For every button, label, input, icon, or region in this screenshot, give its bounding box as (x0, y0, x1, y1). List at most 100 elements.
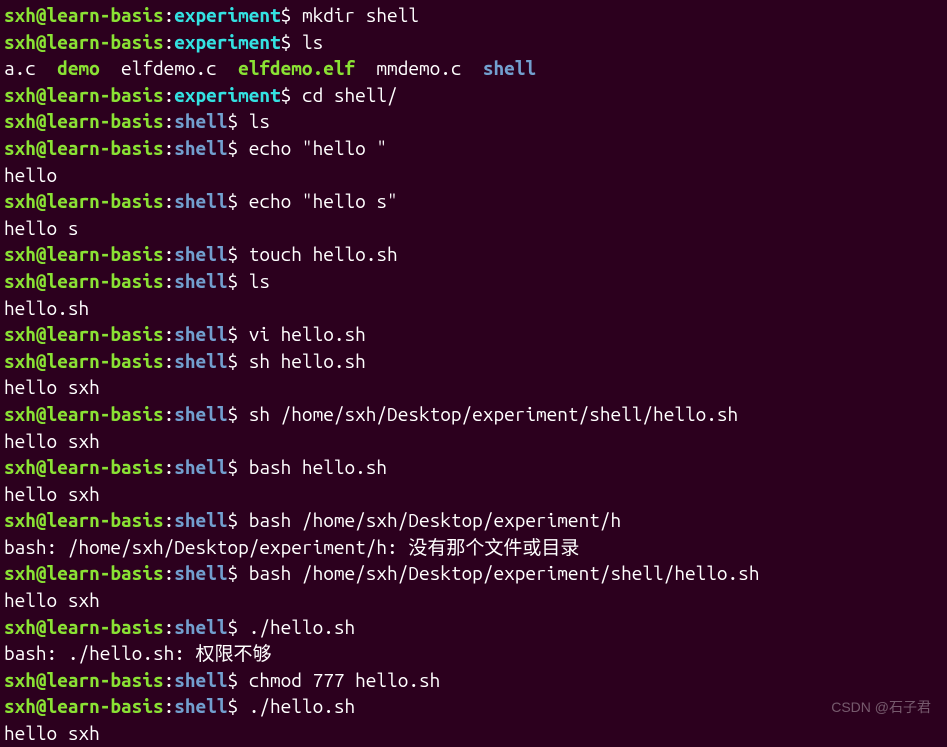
terminal-output-line: hello sxh (4, 720, 943, 747)
prompt-colon: : (164, 401, 175, 428)
output-text: hello sxh (4, 720, 100, 747)
terminal-line: sxh@learn-basis:shell$ ls (4, 108, 943, 135)
prompt-path: shell (174, 241, 227, 268)
command-text: bash /home/sxh/Desktop/experiment/h (249, 507, 621, 534)
prompt-colon: : (164, 507, 175, 534)
prompt-colon: : (164, 135, 175, 162)
ls-output-line: a.c demo elfdemo.c elfdemo.elf mmdemo.c … (4, 55, 943, 82)
prompt-path: experiment (174, 29, 280, 56)
prompt-path: experiment (174, 82, 280, 109)
ls-separator (217, 55, 238, 82)
prompt-path: shell (174, 454, 227, 481)
prompt-colon: : (164, 108, 175, 135)
prompt-user-host: sxh@learn-basis (4, 188, 164, 215)
prompt-dollar: $ (227, 667, 248, 694)
terminal-line: sxh@learn-basis:shell$ sh hello.sh (4, 348, 943, 375)
terminal-line: sxh@learn-basis:shell$ sh /home/sxh/Desk… (4, 401, 943, 428)
prompt-path: shell (174, 560, 227, 587)
terminal-line: sxh@learn-basis:shell$ vi hello.sh (4, 321, 943, 348)
terminal-line: sxh@learn-basis:shell$ echo "hello " (4, 135, 943, 162)
prompt-dollar: $ (227, 268, 248, 295)
terminal-output-line: bash: /home/sxh/Desktop/experiment/h: 没有… (4, 534, 943, 561)
prompt-user-host: sxh@learn-basis (4, 135, 164, 162)
prompt-colon: : (164, 454, 175, 481)
prompt-path: shell (174, 348, 227, 375)
prompt-user-host: sxh@learn-basis (4, 614, 164, 641)
ls-item: mmdemo.c (376, 55, 461, 82)
prompt-colon: : (164, 241, 175, 268)
prompt-dollar: $ (227, 348, 248, 375)
prompt-colon: : (164, 82, 175, 109)
command-text: touch hello.sh (249, 241, 398, 268)
prompt-user-host: sxh@learn-basis (4, 108, 164, 135)
command-text: mkdir shell (302, 2, 419, 29)
prompt-dollar: $ (227, 241, 248, 268)
ls-separator (462, 55, 483, 82)
output-text: bash: /home/sxh/Desktop/experiment/h: 没有… (4, 534, 579, 561)
output-text: hello sxh (4, 428, 100, 455)
prompt-dollar: $ (227, 401, 248, 428)
command-text: ./hello.sh (249, 614, 355, 641)
command-text: echo "hello " (249, 135, 387, 162)
prompt-dollar: $ (281, 29, 302, 56)
prompt-path: shell (174, 614, 227, 641)
prompt-user-host: sxh@learn-basis (4, 454, 164, 481)
prompt-path: shell (174, 401, 227, 428)
terminal-line: sxh@learn-basis:shell$ ./hello.sh (4, 693, 943, 720)
watermark: CSDN @石子君 (831, 698, 931, 718)
prompt-colon: : (164, 560, 175, 587)
terminal-output-line: hello sxh (4, 374, 943, 401)
prompt-dollar: $ (227, 614, 248, 641)
terminal-output-line: hello sxh (4, 481, 943, 508)
terminal-line: sxh@learn-basis:experiment$ mkdir shell (4, 2, 943, 29)
terminal-line: sxh@learn-basis:shell$ ls (4, 268, 943, 295)
prompt-dollar: $ (227, 188, 248, 215)
prompt-path: shell (174, 268, 227, 295)
prompt-user-host: sxh@learn-basis (4, 29, 164, 56)
terminal-line: sxh@learn-basis:shell$ touch hello.sh (4, 241, 943, 268)
prompt-colon: : (164, 614, 175, 641)
prompt-path: shell (174, 188, 227, 215)
prompt-path: experiment (174, 2, 280, 29)
prompt-user-host: sxh@learn-basis (4, 241, 164, 268)
output-text: hello sxh (4, 481, 100, 508)
prompt-user-host: sxh@learn-basis (4, 348, 164, 375)
prompt-colon: : (164, 268, 175, 295)
terminal-output-line: hello s (4, 215, 943, 242)
command-text: ls (302, 29, 323, 56)
terminal-line: sxh@learn-basis:shell$ ./hello.sh (4, 614, 943, 641)
prompt-path: shell (174, 135, 227, 162)
command-text: bash hello.sh (249, 454, 387, 481)
prompt-path: shell (174, 108, 227, 135)
prompt-dollar: $ (227, 454, 248, 481)
terminal-output[interactable]: sxh@learn-basis:experiment$ mkdir shells… (4, 2, 943, 747)
terminal-output-line: hello (4, 162, 943, 189)
ls-separator (100, 55, 121, 82)
command-text: ls (249, 108, 270, 135)
terminal-line: sxh@learn-basis:experiment$ ls (4, 29, 943, 56)
output-text: hello (4, 162, 57, 189)
prompt-user-host: sxh@learn-basis (4, 321, 164, 348)
output-text: hello sxh (4, 374, 100, 401)
prompt-dollar: $ (227, 321, 248, 348)
prompt-colon: : (164, 321, 175, 348)
prompt-colon: : (164, 188, 175, 215)
prompt-colon: : (164, 667, 175, 694)
prompt-dollar: $ (227, 507, 248, 534)
prompt-user-host: sxh@learn-basis (4, 401, 164, 428)
terminal-line: sxh@learn-basis:shell$ chmod 777 hello.s… (4, 667, 943, 694)
command-text: sh /home/sxh/Desktop/experiment/shell/he… (249, 401, 738, 428)
ls-item: a.c (4, 55, 36, 82)
terminal-output-line: bash: ./hello.sh: 权限不够 (4, 640, 943, 667)
prompt-dollar: $ (227, 560, 248, 587)
command-text: ls (249, 268, 270, 295)
prompt-path: shell (174, 507, 227, 534)
prompt-colon: : (164, 29, 175, 56)
ls-separator (355, 55, 376, 82)
output-text: hello s (4, 215, 78, 242)
ls-item: demo (57, 55, 100, 82)
prompt-dollar: $ (227, 693, 248, 720)
command-text: vi hello.sh (249, 321, 366, 348)
command-text: echo "hello s" (249, 188, 398, 215)
terminal-line: sxh@learn-basis:shell$ bash hello.sh (4, 454, 943, 481)
